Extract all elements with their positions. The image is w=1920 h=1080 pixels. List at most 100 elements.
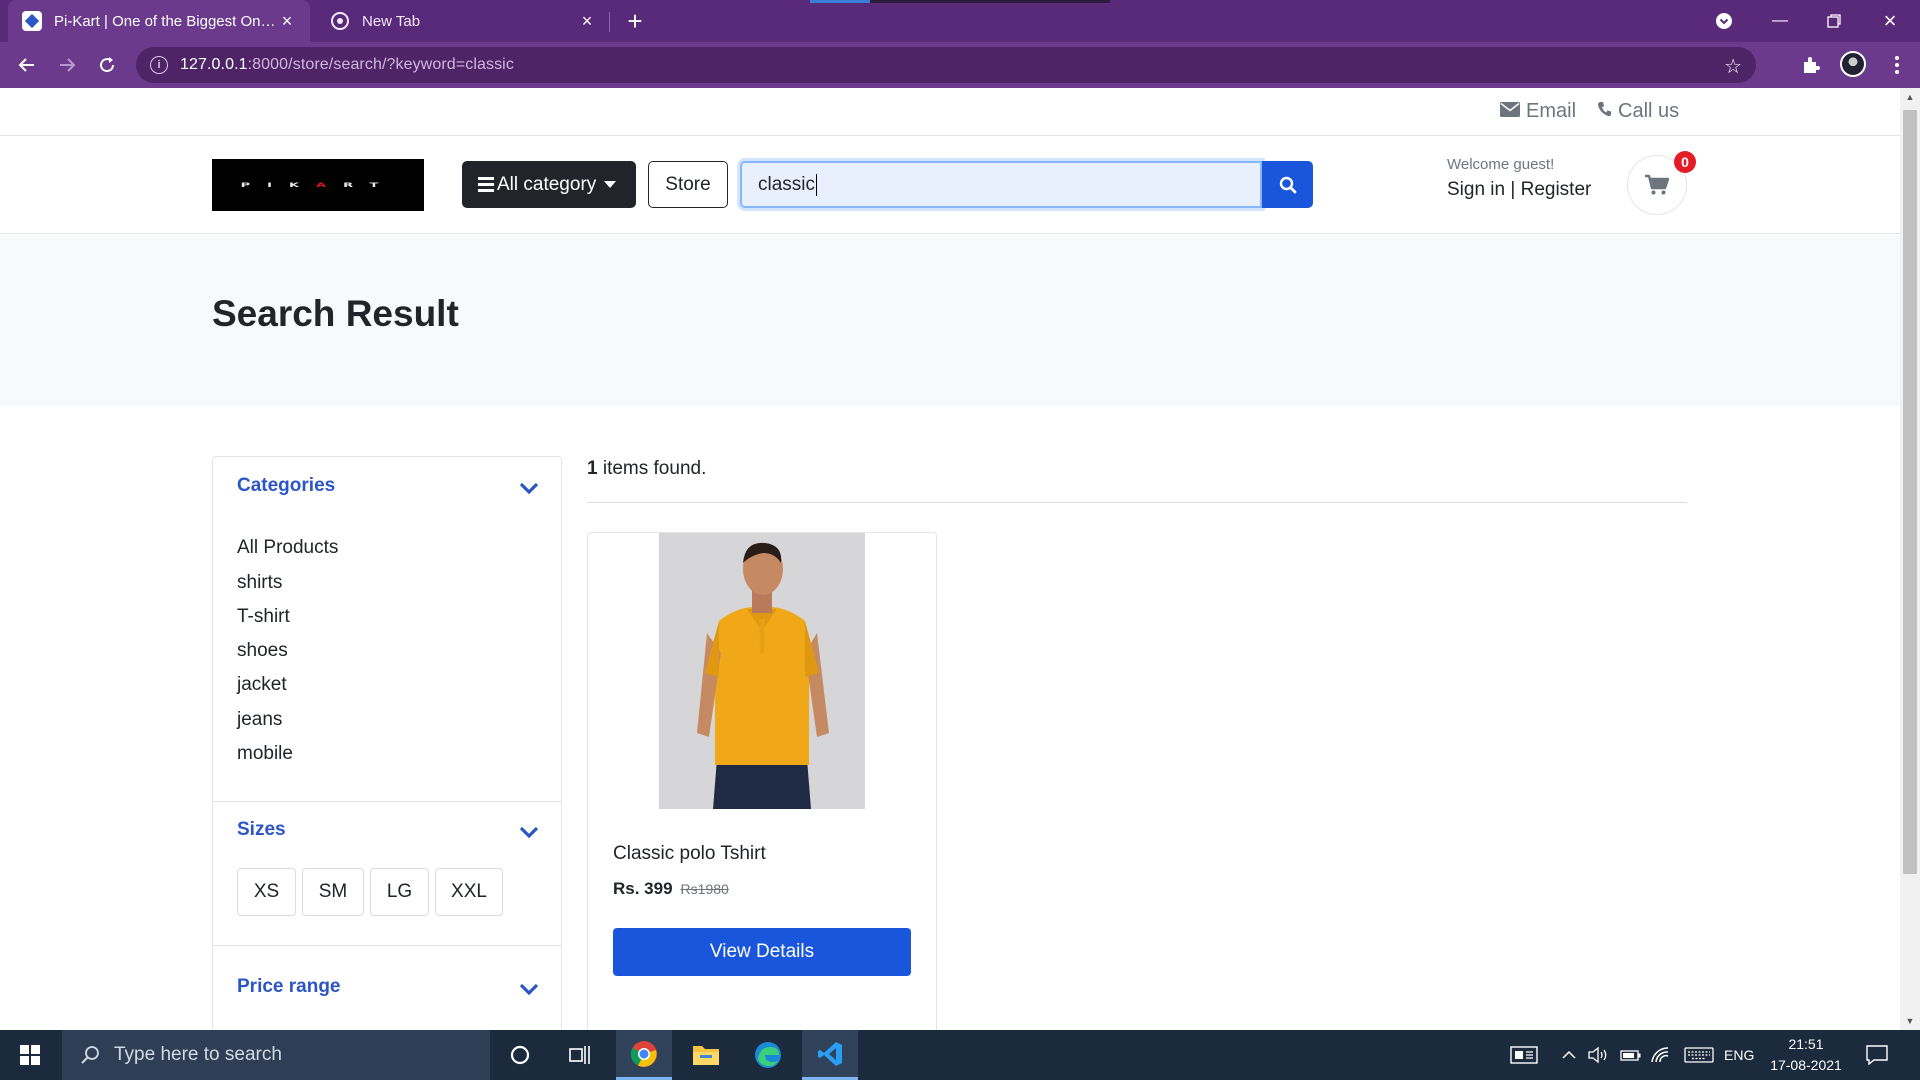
site-favicon-icon bbox=[22, 11, 42, 31]
chevron-down-icon[interactable] bbox=[519, 825, 539, 839]
product-card[interactable]: Classic polo Tshirt Rs. 399 Rs1980 View … bbox=[587, 532, 937, 1030]
battery-icon[interactable] bbox=[1620, 1030, 1642, 1080]
all-category-dropdown[interactable]: All category bbox=[462, 161, 636, 208]
search-button[interactable] bbox=[1262, 161, 1313, 208]
scrollbar-thumb[interactable] bbox=[1903, 110, 1917, 874]
start-button[interactable] bbox=[0, 1030, 60, 1080]
search-icon bbox=[81, 1046, 99, 1064]
category-link-jeans[interactable]: jeans bbox=[237, 709, 282, 731]
chrome-icon bbox=[330, 11, 350, 31]
category-link-all-products[interactable]: All Products bbox=[237, 537, 338, 559]
profile-avatar[interactable] bbox=[1840, 51, 1866, 77]
view-details-button[interactable]: View Details bbox=[613, 928, 911, 976]
restore-icon[interactable] bbox=[1806, 0, 1862, 42]
keyboard-icon[interactable] bbox=[1684, 1030, 1714, 1080]
new-tab-button[interactable]: + bbox=[620, 6, 650, 36]
auth-links: Sign in | Register bbox=[1447, 179, 1592, 200]
price-range-heading[interactable]: Price range bbox=[237, 976, 341, 998]
category-link-jacket[interactable]: jacket bbox=[237, 674, 287, 696]
store-button[interactable]: Store bbox=[648, 161, 728, 208]
divider bbox=[213, 801, 561, 802]
tab-strip-indicator bbox=[810, 0, 870, 3]
page-scrollbar[interactable]: ▲ ▼ bbox=[1900, 88, 1920, 1030]
category-link-mobile[interactable]: mobile bbox=[237, 743, 293, 765]
product-name[interactable]: Classic polo Tshirt bbox=[613, 843, 766, 865]
chevron-up-icon[interactable] bbox=[1562, 1030, 1576, 1080]
minimize-icon[interactable]: — bbox=[1752, 0, 1808, 42]
edge-icon[interactable] bbox=[740, 1030, 796, 1080]
search-icon bbox=[1279, 176, 1296, 193]
reload-icon[interactable] bbox=[92, 50, 122, 80]
file-explorer-icon[interactable] bbox=[678, 1030, 734, 1080]
tab-strip-indicator bbox=[870, 0, 1110, 3]
page-title: Search Result bbox=[212, 293, 459, 334]
search-input[interactable]: classic bbox=[740, 161, 1262, 208]
size-options: XS SM LG XXL bbox=[237, 868, 537, 916]
close-window-icon[interactable]: × bbox=[1862, 0, 1918, 42]
task-view-icon[interactable] bbox=[552, 1030, 608, 1080]
register-link[interactable]: Register bbox=[1521, 179, 1592, 200]
sizes-heading[interactable]: Sizes bbox=[237, 819, 286, 841]
menu-kebab-icon[interactable] bbox=[1882, 50, 1912, 80]
vscode-icon[interactable] bbox=[802, 1030, 858, 1080]
envelope-icon bbox=[1500, 101, 1520, 122]
address-bar[interactable]: i 127.0.0.1:8000/store/search/?keyword=c… bbox=[136, 47, 1756, 83]
chevron-down-icon[interactable] bbox=[519, 982, 539, 996]
news-widget-icon[interactable] bbox=[1510, 1030, 1538, 1080]
product-image[interactable] bbox=[659, 533, 865, 809]
tab-separator bbox=[609, 12, 610, 32]
sign-in-link[interactable]: Sign in bbox=[1447, 179, 1505, 200]
category-link-shirts[interactable]: shirts bbox=[237, 572, 282, 594]
tab-search-icon[interactable] bbox=[1696, 0, 1752, 42]
cart-count-badge: 0 bbox=[1674, 151, 1696, 173]
close-tab-icon[interactable]: × bbox=[578, 11, 596, 31]
call-us-link[interactable]: Call us bbox=[1597, 100, 1679, 123]
size-button-lg[interactable]: LG bbox=[370, 868, 429, 916]
system-clock[interactable]: 21:51 17-08-2021 bbox=[1768, 1034, 1844, 1076]
page-title-section: Search Result bbox=[0, 235, 1900, 406]
product-old-price: Rs1980 bbox=[680, 881, 729, 897]
results-count: 1 items found. bbox=[587, 458, 707, 479]
volume-icon[interactable] bbox=[1588, 1030, 1610, 1080]
forward-icon[interactable] bbox=[52, 50, 82, 80]
page-viewport: Email Call us PIKART All category Store … bbox=[0, 88, 1900, 1030]
notification-center-icon[interactable] bbox=[1866, 1030, 1888, 1080]
url-text: 127.0.0.1:8000/store/search/?keyword=cla… bbox=[180, 56, 514, 73]
chrome-taskbar-icon[interactable] bbox=[616, 1030, 672, 1080]
tab-title: New Tab bbox=[362, 12, 421, 30]
tab-title: Pi-Kart | One of the Biggest Online Shop… bbox=[54, 12, 278, 30]
close-tab-icon[interactable]: × bbox=[278, 11, 296, 31]
category-link-shoes[interactable]: shoes bbox=[237, 640, 288, 662]
scroll-up-arrow-icon[interactable]: ▲ bbox=[1900, 88, 1920, 106]
hamburger-icon bbox=[478, 177, 494, 192]
scroll-down-arrow-icon[interactable]: ▼ bbox=[1900, 1012, 1920, 1030]
logo-wordmark: PIKART bbox=[240, 181, 396, 189]
text-cursor bbox=[816, 173, 818, 196]
top-info-bar: Email Call us bbox=[0, 88, 1900, 136]
taskbar-search-box[interactable]: Type here to search bbox=[62, 1030, 490, 1080]
filter-sidebar: Categories All Products shirts T-shirt s… bbox=[212, 456, 562, 1030]
email-link[interactable]: Email bbox=[1500, 100, 1576, 123]
phone-icon bbox=[1597, 101, 1612, 122]
shopping-cart-icon bbox=[1645, 174, 1670, 195]
size-button-xs[interactable]: XS bbox=[237, 868, 296, 916]
divider bbox=[587, 502, 1687, 503]
size-button-sm[interactable]: SM bbox=[302, 868, 364, 916]
bookmark-star-icon[interactable]: ☆ bbox=[1724, 54, 1742, 79]
wifi-icon[interactable] bbox=[1650, 1030, 1670, 1080]
categories-heading[interactable]: Categories bbox=[237, 475, 335, 497]
input-language[interactable]: ENG bbox=[1724, 1030, 1754, 1080]
site-logo[interactable]: PIKART bbox=[212, 159, 424, 211]
divider bbox=[213, 945, 561, 946]
tab-new-tab[interactable]: New Tab × bbox=[318, 0, 608, 42]
back-icon[interactable] bbox=[12, 50, 42, 80]
category-link-t-shirt[interactable]: T-shirt bbox=[237, 606, 290, 628]
windows-taskbar: Type here to search ENG 21:51 17-08-2021 bbox=[0, 1030, 1920, 1080]
chevron-down-icon[interactable] bbox=[519, 481, 539, 495]
tab-pikart[interactable]: Pi-Kart | One of the Biggest Online Shop… bbox=[8, 0, 310, 42]
size-button-xxl[interactable]: XXL bbox=[435, 868, 503, 916]
extensions-icon[interactable] bbox=[1796, 50, 1826, 80]
site-info-icon[interactable]: i bbox=[150, 56, 168, 74]
cortana-icon[interactable] bbox=[492, 1030, 548, 1080]
site-header: PIKART All category Store classic Welcom… bbox=[0, 136, 1900, 234]
